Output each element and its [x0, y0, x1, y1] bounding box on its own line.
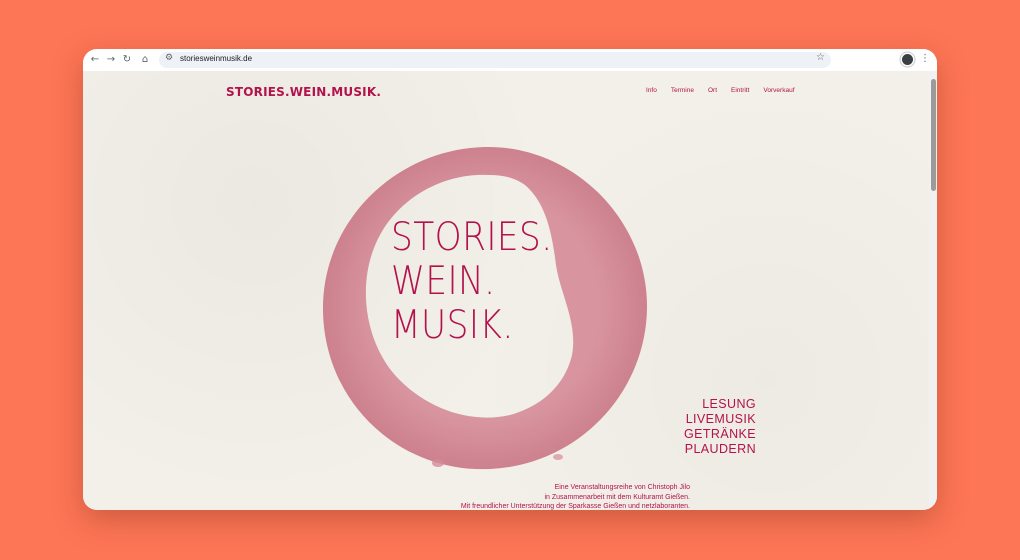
web-page: STORIES.WEIN.MUSIK. Info Termine Ort Ein… [83, 71, 937, 510]
info-line-2: in Zusammenarbeit mit dem Kulturamt Gieß… [544, 493, 691, 501]
hero-title-line-stories: STORIES. [391, 215, 553, 260]
nav-item-eintritt[interactable]: Eintritt [731, 87, 749, 94]
nav-item-vorverkauf[interactable]: Vorverkauf [763, 87, 794, 94]
forward-icon[interactable]: → [104, 53, 118, 67]
back-icon[interactable]: ← [88, 53, 102, 67]
feature-lesung: LESUNG [702, 397, 756, 411]
hero-title-line-musik: MUSIK. [391, 303, 514, 348]
hero-title: STORIES. WEIN. MUSIK. [391, 216, 553, 348]
browser-menu-icon[interactable]: ⋮ [920, 53, 930, 64]
nav-item-ort[interactable]: Ort [708, 87, 717, 94]
page-scrollbar[interactable] [929, 71, 937, 510]
nav-item-termine[interactable]: Termine [671, 87, 694, 94]
browser-window: ← → ↻ ⌂ ⚙ storiesweinmusik.de ☆ ⋮ STORIE… [83, 49, 937, 510]
feature-plaudern: PLAUDERN [684, 442, 756, 456]
scrollbar-thumb[interactable] [931, 79, 936, 191]
site-logo[interactable]: STORIES.WEIN.MUSIK. [226, 85, 381, 99]
profile-avatar[interactable] [902, 54, 913, 65]
address-bar[interactable]: ⚙ storiesweinmusik.de ☆ [159, 52, 831, 68]
browser-toolbar: ← → ↻ ⌂ ⚙ storiesweinmusik.de ☆ ⋮ [83, 49, 937, 72]
feature-livemusik: LIVEMUSIK [685, 412, 756, 426]
url-text[interactable]: storiesweinmusik.de [180, 54, 252, 63]
info-line-3: Mit freundlicher Unterstützung der Spark… [460, 503, 690, 510]
home-icon[interactable]: ⌂ [138, 53, 152, 67]
nav-item-info[interactable]: Info [646, 87, 657, 94]
event-info: Eine Veranstaltungsreihe von Christoph J… [383, 483, 690, 510]
site-settings-icon[interactable]: ⚙ [165, 53, 173, 63]
feature-getraenke: GETRÄNKE [684, 427, 756, 441]
feature-list: LESUNG LIVEMUSIK GETRÄNKE PLAUDERN [573, 397, 756, 457]
bookmark-star-icon[interactable]: ☆ [816, 52, 825, 63]
hero-title-line-wein: WEIN. [391, 259, 496, 304]
main-nav: Info Termine Ort Eintritt Vorverkauf [646, 87, 795, 94]
reload-icon[interactable]: ↻ [120, 53, 134, 67]
info-line-1: Eine Veranstaltungsreihe von Christoph J… [554, 484, 690, 491]
